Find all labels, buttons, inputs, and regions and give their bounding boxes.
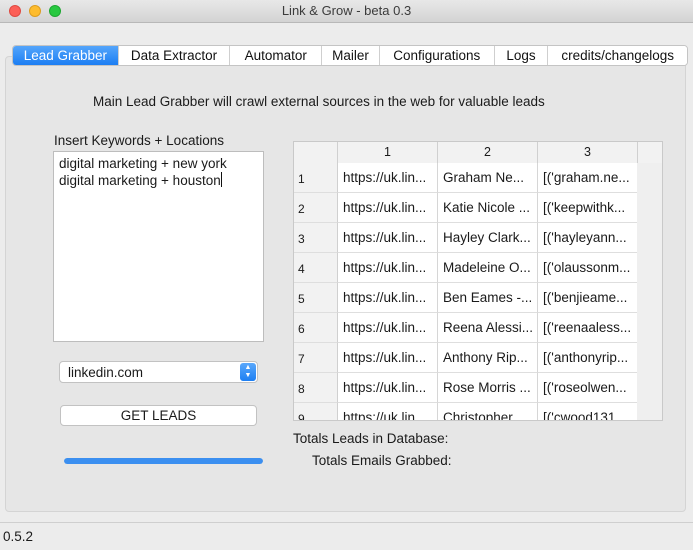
table-cell[interactable]: [('hayleyann... — [538, 223, 638, 253]
table-cell[interactable]: [('roseolwen... — [538, 373, 638, 403]
row-header[interactable]: 7 — [294, 343, 338, 373]
table-cell[interactable]: https://uk.lin... — [338, 313, 438, 343]
status-bar: 0.5.2 — [0, 522, 693, 550]
table-cell[interactable]: https://uk.lin... — [338, 163, 438, 193]
table-cell[interactable]: [('reenaaless... — [538, 313, 638, 343]
table-cell[interactable]: Reena Alessi... — [438, 313, 538, 343]
tab-automator[interactable]: Automator — [230, 46, 323, 65]
keywords-label: Insert Keywords + Locations — [54, 133, 224, 148]
source-select-value: linkedin.com — [68, 365, 144, 380]
keywords-line: digital marketing + new york — [59, 156, 227, 171]
table-cell[interactable]: [('olaussonm... — [538, 253, 638, 283]
tab-lead-grabber[interactable]: Lead Grabber — [13, 46, 119, 65]
table-cell[interactable]: https://uk.lin... — [338, 253, 438, 283]
description-text: Main Lead Grabber will crawl external so… — [93, 94, 545, 109]
text-caret — [220, 172, 222, 187]
row-header[interactable]: 5 — [294, 283, 338, 313]
table-cell[interactable]: Ben Eames -... — [438, 283, 538, 313]
table-row[interactable]: 7 https://uk.lin... Anthony Rip... [('antho… — [294, 343, 662, 373]
row-header[interactable]: 6 — [294, 313, 338, 343]
tab-logs[interactable]: Logs — [494, 46, 549, 65]
table-row[interactable]: 8 https://uk.lin... Rose Morris ... [('rose… — [294, 373, 662, 403]
keywords-line-with-caret: digital marketing + houston — [59, 172, 258, 189]
table-cell[interactable]: Madeleine O... — [438, 253, 538, 283]
version-label: 0.5.2 — [3, 529, 34, 544]
table-header: 1 2 3 — [294, 142, 662, 164]
keywords-textarea[interactable]: digital marketing + new york digital mark… — [53, 151, 264, 342]
column-header[interactable]: 2 — [438, 142, 538, 163]
table-cell[interactable]: https://uk.lin... — [338, 283, 438, 313]
row-header[interactable]: 2 — [294, 193, 338, 223]
table-cell[interactable]: https://uk.lin... — [338, 403, 438, 420]
title-bar: Link & Grow - beta 0.3 — [0, 0, 693, 23]
tab-credits-changelogs[interactable]: credits/changelogs — [548, 46, 687, 65]
table-row[interactable]: 4 https://uk.lin... Madeleine O... [('olaus… — [294, 253, 662, 283]
table-cell[interactable]: Rose Morris ... — [438, 373, 538, 403]
table-cell[interactable]: https://uk.lin... — [338, 223, 438, 253]
table-cell[interactable]: Christopher ... — [438, 403, 538, 420]
table-empty-area — [637, 163, 662, 420]
get-leads-button[interactable]: GET LEADS — [60, 405, 257, 426]
table-cell[interactable]: Katie Nicole ... — [438, 193, 538, 223]
table-cell[interactable]: https://uk.lin... — [338, 193, 438, 223]
table-cell[interactable]: [('benjieame... — [538, 283, 638, 313]
table-cell[interactable]: https://uk.lin... — [338, 373, 438, 403]
table-cell[interactable]: [('cwood131... — [538, 403, 638, 420]
progress-bar — [64, 458, 263, 464]
progress-bar-fill — [64, 458, 263, 464]
table-corner-header — [294, 142, 338, 163]
table-row[interactable]: 1 https://uk.lin... Graham Ne... [('graham.… — [294, 163, 662, 193]
column-header[interactable]: 1 — [338, 142, 438, 163]
table-cell[interactable]: Anthony Rip... — [438, 343, 538, 373]
tab-bar: Lead Grabber Data Extractor Automator Ma… — [12, 45, 688, 66]
row-header[interactable]: 8 — [294, 373, 338, 403]
table-cell[interactable]: Hayley Clark... — [438, 223, 538, 253]
keywords-line: digital marketing + houston — [59, 173, 221, 188]
leads-table: 1 2 3 1 https://uk.lin... Graham Ne... [('g… — [293, 141, 663, 421]
up-down-chevron-icon: ▲ ▼ — [240, 363, 256, 381]
row-header[interactable]: 3 — [294, 223, 338, 253]
row-header[interactable]: 1 — [294, 163, 338, 193]
tab-data-extractor[interactable]: Data Extractor — [118, 46, 231, 65]
table-cell[interactable]: Graham Ne... — [438, 163, 538, 193]
table-row[interactable]: 3 https://uk.lin... Hayley Clark... [('hayl… — [294, 223, 662, 253]
table-cell[interactable]: [('keepwithk... — [538, 193, 638, 223]
totals-leads-label: Totals Leads in Database: — [293, 431, 449, 446]
table-row[interactable]: 9 https://uk.lin... Christopher ... [('cwoo… — [294, 403, 662, 420]
row-header[interactable]: 9 — [294, 403, 338, 420]
source-select[interactable]: linkedin.com ▲ ▼ — [59, 361, 258, 383]
table-cell[interactable]: [('anthonyrip... — [538, 343, 638, 373]
table-row[interactable]: 5 https://uk.lin... Ben Eames -... [('benji… — [294, 283, 662, 313]
tab-configurations[interactable]: Configurations — [379, 46, 495, 65]
tab-mailer[interactable]: Mailer — [322, 46, 380, 65]
column-header[interactable]: 3 — [538, 142, 638, 163]
table-row[interactable]: 2 https://uk.lin... Katie Nicole ... [('kee… — [294, 193, 662, 223]
table-row[interactable]: 6 https://uk.lin... Reena Alessi... [('reen… — [294, 313, 662, 343]
table-cell[interactable]: https://uk.lin... — [338, 343, 438, 373]
window-title: Link & Grow - beta 0.3 — [281, 3, 412, 18]
table-cell[interactable]: [('graham.ne... — [538, 163, 638, 193]
row-header[interactable]: 4 — [294, 253, 338, 283]
totals-emails-label: Totals Emails Grabbed: — [312, 453, 452, 468]
